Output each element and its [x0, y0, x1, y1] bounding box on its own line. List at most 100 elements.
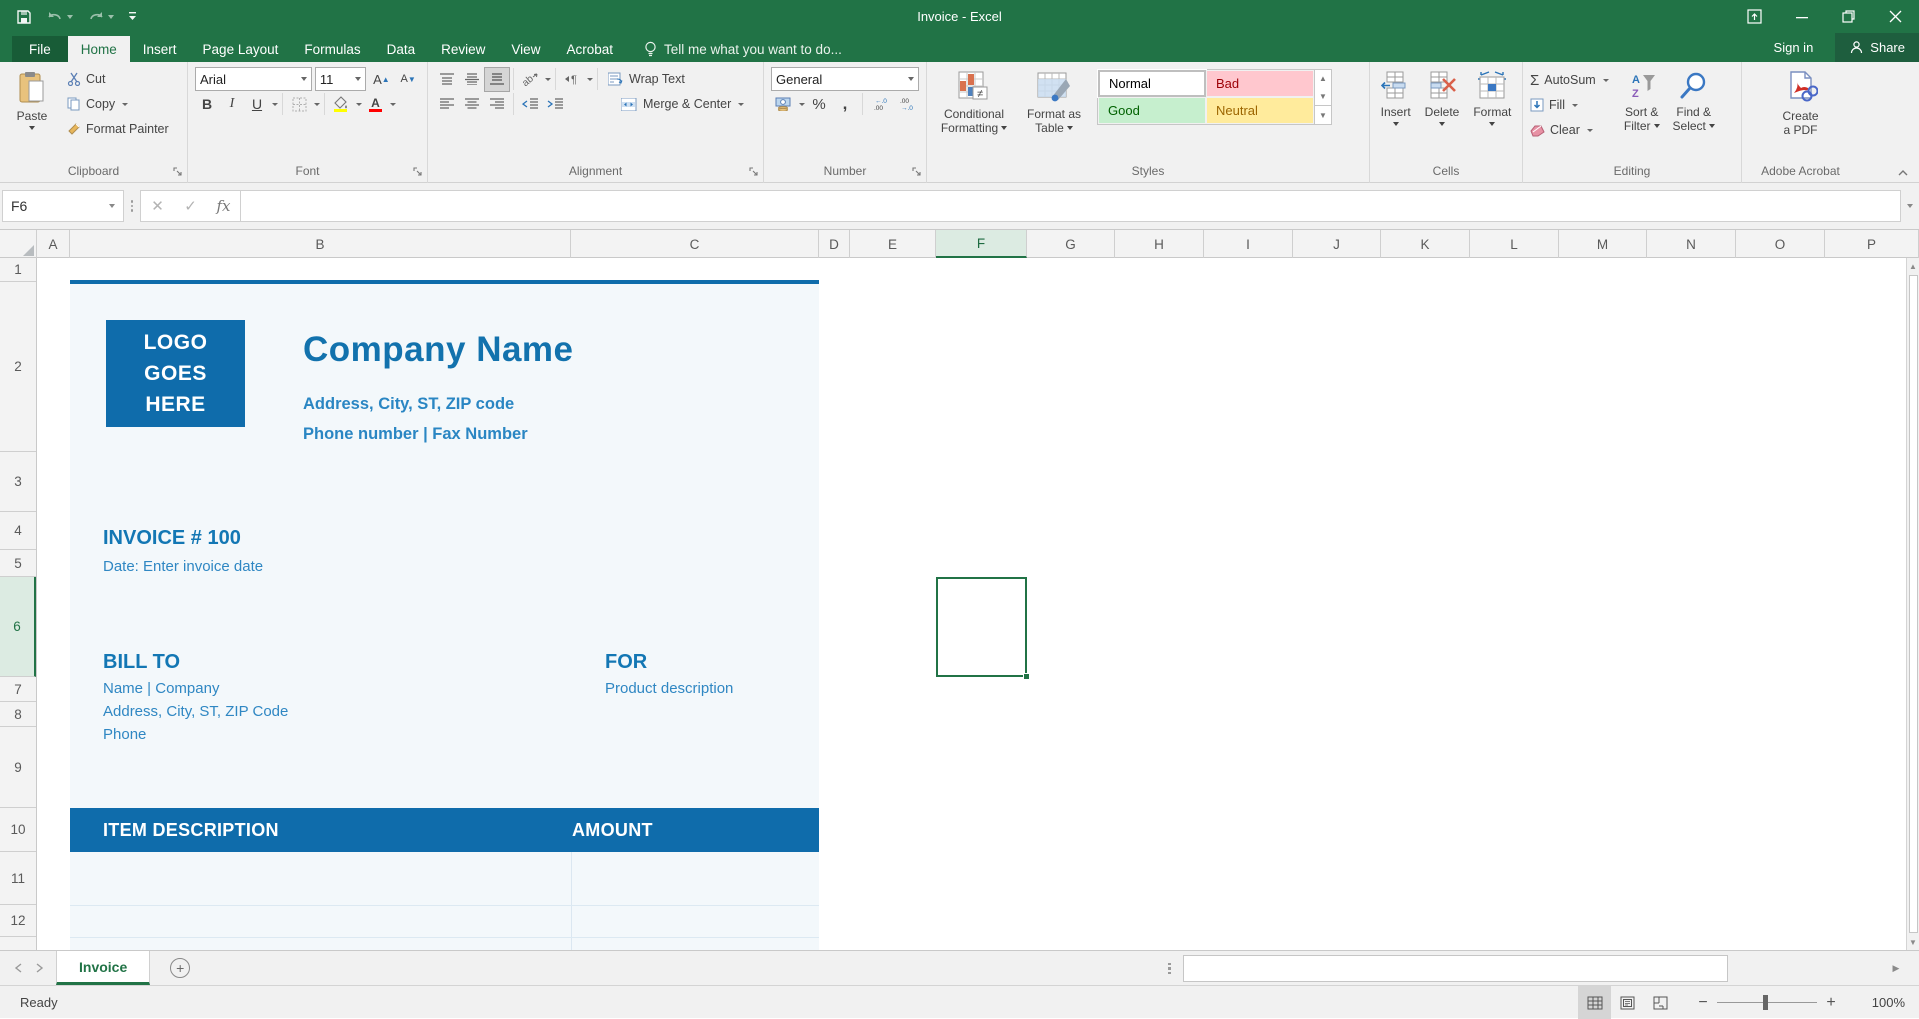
orientation-button[interactable]: ab: [518, 68, 542, 91]
comma-style-button[interactable]: ,: [833, 93, 857, 116]
tab-insert[interactable]: Insert: [130, 36, 190, 62]
horizontal-scroll-thumb[interactable]: [1183, 955, 1728, 982]
customize-qat-button[interactable]: [128, 12, 137, 21]
selected-cell-f6[interactable]: [936, 577, 1027, 677]
new-sheet-button[interactable]: +: [170, 951, 190, 985]
row-header-12[interactable]: 12: [0, 905, 36, 937]
row-header-3[interactable]: 3: [0, 452, 36, 512]
align-right-button[interactable]: [485, 93, 509, 116]
column-header-j[interactable]: J: [1293, 230, 1381, 258]
cancel-entry-button[interactable]: ✕: [141, 191, 174, 221]
tab-scrollbar-splitter[interactable]: [1168, 951, 1171, 986]
top-align-button[interactable]: [435, 68, 459, 91]
formula-bar-resize-handle[interactable]: [124, 200, 140, 212]
insert-function-button[interactable]: fx: [207, 191, 240, 221]
autosum-button[interactable]: Σ AutoSum: [1527, 68, 1612, 92]
row-header-11[interactable]: 11: [0, 852, 36, 905]
close-button[interactable]: [1872, 0, 1919, 33]
column-header-a[interactable]: A: [37, 230, 70, 258]
ribbon-display-options-button[interactable]: [1731, 0, 1778, 33]
fill-button[interactable]: Fill: [1527, 93, 1612, 117]
italic-button[interactable]: I: [220, 93, 244, 116]
row-header-4[interactable]: 4: [0, 512, 36, 550]
find-select-button[interactable]: Find & Select: [1668, 67, 1720, 137]
increase-font-size-button[interactable]: A▲: [369, 68, 393, 91]
decrease-decimal-button[interactable]: .00→.0: [894, 93, 918, 116]
row-header-2[interactable]: 2: [0, 282, 36, 452]
gallery-scroll-down-button[interactable]: ▼: [1315, 88, 1331, 106]
column-header-n[interactable]: N: [1647, 230, 1736, 258]
row-header-13-partial[interactable]: [0, 937, 36, 950]
scroll-down-arrow[interactable]: ▼: [1907, 934, 1919, 950]
align-left-button[interactable]: [435, 93, 459, 116]
column-header-p[interactable]: P: [1825, 230, 1919, 258]
cell-style-normal[interactable]: Normal: [1098, 70, 1206, 97]
middle-align-button[interactable]: [460, 68, 484, 91]
decrease-font-size-button[interactable]: A▼: [396, 68, 420, 91]
normal-view-button[interactable]: [1578, 986, 1611, 1019]
row-header-9[interactable]: 9: [0, 727, 36, 808]
page-break-preview-button[interactable]: [1644, 986, 1677, 1019]
column-header-m[interactable]: M: [1559, 230, 1647, 258]
undo-button[interactable]: [46, 10, 73, 24]
gallery-scroll-up-button[interactable]: ▲: [1315, 70, 1331, 88]
create-pdf-button[interactable]: Create a PDF: [1770, 67, 1832, 141]
tab-home[interactable]: Home: [68, 36, 130, 62]
name-box[interactable]: F6: [2, 190, 124, 222]
column-header-h[interactable]: H: [1115, 230, 1204, 258]
cell-style-good[interactable]: Good: [1098, 97, 1206, 124]
tab-acrobat[interactable]: Acrobat: [553, 36, 626, 62]
zoom-level[interactable]: 100%: [1857, 995, 1905, 1010]
row-header-7[interactable]: 7: [0, 677, 36, 702]
tab-data[interactable]: Data: [374, 36, 429, 62]
paste-button[interactable]: Paste: [4, 67, 60, 134]
column-header-d[interactable]: D: [819, 230, 850, 258]
column-header-b[interactable]: B: [70, 230, 571, 258]
vertical-scrollbar[interactable]: ▲ ▼: [1906, 258, 1919, 950]
tab-formulas[interactable]: Formulas: [291, 36, 373, 62]
cut-button[interactable]: Cut: [64, 67, 172, 91]
wrap-text-button[interactable]: Wrap Text: [602, 67, 688, 91]
fill-handle[interactable]: [1023, 673, 1030, 680]
align-center-button[interactable]: [460, 93, 484, 116]
decrease-indent-button[interactable]: [518, 93, 542, 116]
sheet-tab-invoice[interactable]: Invoice: [56, 951, 150, 985]
page-layout-view-button[interactable]: [1611, 986, 1644, 1019]
zoom-in-button[interactable]: +: [1819, 994, 1843, 1012]
bold-button[interactable]: B: [195, 93, 219, 116]
column-header-g[interactable]: G: [1027, 230, 1115, 258]
minimize-button[interactable]: [1778, 0, 1825, 33]
row-header-6[interactable]: 6: [0, 577, 36, 677]
sign-in-link[interactable]: Sign in: [1774, 40, 1814, 55]
underline-button[interactable]: U: [245, 93, 269, 116]
cell-style-neutral[interactable]: Neutral: [1206, 97, 1314, 124]
accounting-format-button[interactable]: [771, 93, 795, 116]
gallery-expand-button[interactable]: ▼: [1315, 105, 1331, 124]
expand-formula-bar-button[interactable]: [1901, 204, 1919, 208]
column-header-i[interactable]: I: [1204, 230, 1293, 258]
format-cells-button[interactable]: Format: [1467, 67, 1517, 130]
font-color-button[interactable]: A: [363, 93, 387, 116]
vertical-scroll-thumb[interactable]: [1909, 275, 1918, 933]
increase-indent-button[interactable]: [543, 93, 567, 116]
column-header-c[interactable]: C: [571, 230, 819, 258]
tab-file[interactable]: File: [12, 36, 68, 62]
borders-button[interactable]: [287, 93, 311, 116]
conditional-formatting-button[interactable]: ≠ Conditional Formatting: [931, 67, 1017, 139]
bottom-align-button[interactable]: [485, 68, 509, 91]
tab-page-layout[interactable]: Page Layout: [190, 36, 292, 62]
restore-button[interactable]: [1825, 0, 1872, 33]
zoom-out-button[interactable]: −: [1691, 994, 1715, 1012]
next-sheet-button[interactable]: [36, 963, 44, 973]
save-icon[interactable]: [16, 9, 32, 25]
font-size-combo[interactable]: 11: [315, 67, 367, 91]
zoom-slider-thumb[interactable]: [1763, 995, 1768, 1010]
column-header-o[interactable]: O: [1736, 230, 1825, 258]
horizontal-scrollbar[interactable]: [1183, 955, 1883, 982]
column-header-l[interactable]: L: [1470, 230, 1559, 258]
tell-me-box[interactable]: Tell me what you want to do...: [644, 36, 842, 62]
copy-button[interactable]: Copy: [64, 92, 172, 116]
font-dialog-launcher[interactable]: [413, 167, 423, 177]
row-header-5[interactable]: 5: [0, 550, 36, 577]
tab-review[interactable]: Review: [428, 36, 498, 62]
